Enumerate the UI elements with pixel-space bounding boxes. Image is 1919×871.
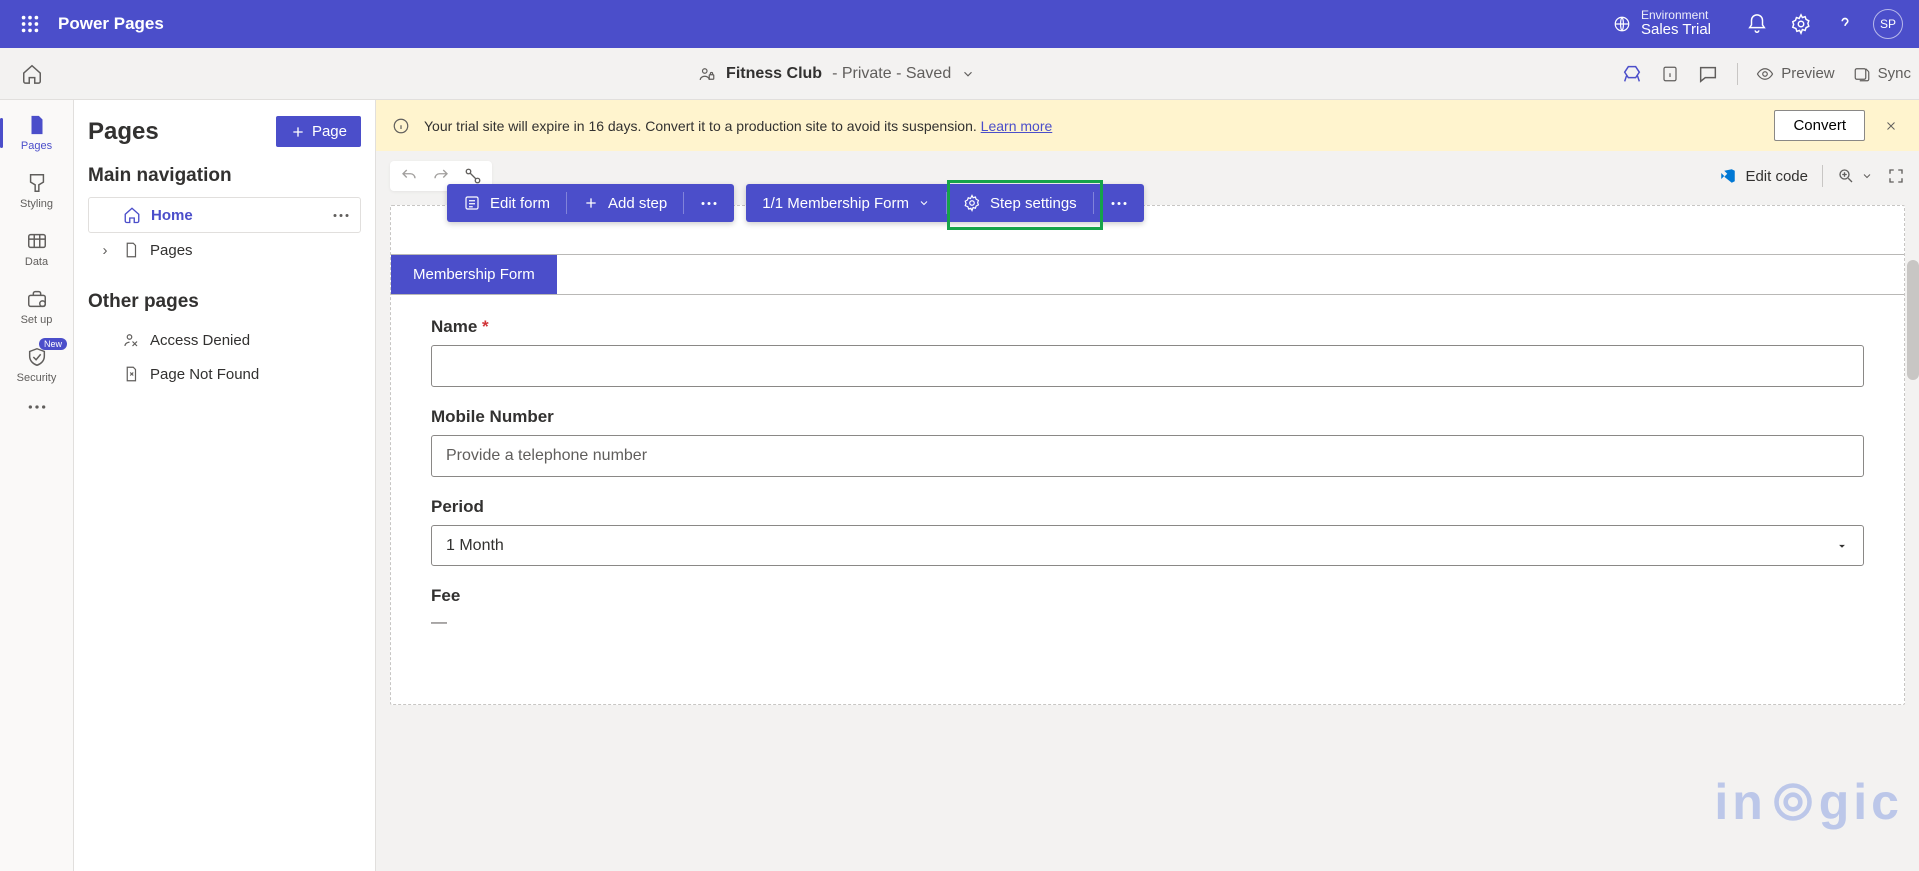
eye-icon bbox=[1756, 65, 1774, 83]
table-icon bbox=[26, 230, 48, 252]
info-icon bbox=[392, 117, 410, 135]
globe-icon bbox=[1613, 15, 1631, 33]
form-tabs: Membership Form bbox=[391, 254, 1904, 295]
new-badge: New bbox=[39, 338, 67, 350]
form-toolbar-left: Edit form Add step bbox=[447, 184, 734, 222]
rail-item-data[interactable]: Data bbox=[0, 220, 73, 278]
gear-icon bbox=[963, 194, 981, 212]
chevron-right-icon: › bbox=[98, 242, 112, 259]
plus-icon bbox=[290, 124, 306, 140]
field-period: Period 1 Month bbox=[431, 497, 1864, 566]
banner-message: Your trial site will expire in 16 days. … bbox=[424, 118, 1760, 134]
undo-icon[interactable] bbox=[400, 167, 418, 185]
fullscreen-icon[interactable] bbox=[1887, 167, 1905, 185]
tree-item-not-found[interactable]: Page Not Found bbox=[88, 357, 361, 391]
rail-item-setup[interactable]: Set up bbox=[0, 278, 73, 336]
brush-icon bbox=[26, 172, 48, 194]
watermark: in gic bbox=[1714, 773, 1903, 831]
zoom-control[interactable] bbox=[1837, 167, 1873, 185]
add-page-button[interactable]: Page bbox=[276, 116, 361, 147]
period-select[interactable]: 1 Month bbox=[431, 525, 1864, 566]
add-step-button[interactable]: Add step bbox=[567, 185, 683, 222]
tree-item-pages[interactable]: › Pages bbox=[88, 233, 361, 267]
top-bar: Power Pages Environment Sales Trial SP bbox=[0, 0, 1919, 48]
main-nav-heading: Main navigation bbox=[88, 165, 361, 187]
site-status: - Private - Saved bbox=[832, 65, 951, 83]
step-toolbar-more-icon[interactable] bbox=[1094, 191, 1144, 216]
redo-icon[interactable] bbox=[432, 167, 450, 185]
step-settings-button[interactable]: Step settings bbox=[947, 184, 1093, 222]
app-title: Power Pages bbox=[58, 14, 164, 34]
help-icon[interactable] bbox=[1823, 0, 1867, 48]
chevron-down-icon bbox=[961, 67, 975, 81]
environment-name: Sales Trial bbox=[1641, 22, 1711, 39]
tree-item-access-denied[interactable]: Access Denied bbox=[88, 323, 361, 357]
tree-item-home[interactable]: Home bbox=[88, 197, 361, 233]
home-button[interactable] bbox=[12, 54, 52, 94]
notifications-icon[interactable] bbox=[1735, 0, 1779, 48]
field-name: Name * bbox=[431, 317, 1864, 387]
mobile-input[interactable] bbox=[431, 435, 1864, 477]
chevron-down-icon bbox=[1861, 170, 1873, 182]
tab-membership-form[interactable]: Membership Form bbox=[391, 255, 557, 294]
close-banner-icon[interactable] bbox=[1879, 120, 1903, 132]
info-panel-icon[interactable] bbox=[1661, 65, 1679, 83]
environment-picker[interactable]: Environment Sales Trial bbox=[1613, 9, 1711, 39]
page-missing-icon bbox=[122, 365, 140, 383]
vscode-icon bbox=[1719, 167, 1737, 185]
settings-gear-icon[interactable] bbox=[1779, 0, 1823, 48]
comments-icon[interactable] bbox=[1697, 63, 1719, 85]
other-pages-heading: Other pages bbox=[88, 291, 361, 313]
convert-button[interactable]: Convert bbox=[1774, 110, 1865, 141]
site-title[interactable]: Fitness Club - Private - Saved bbox=[52, 65, 1621, 83]
edit-code-button[interactable]: Edit code bbox=[1719, 167, 1808, 185]
rail-item-styling[interactable]: Styling bbox=[0, 162, 73, 220]
person-denied-icon bbox=[122, 331, 140, 349]
step-picker[interactable]: 1/1 Membership Form bbox=[746, 185, 946, 222]
form-toolbar-more-icon[interactable] bbox=[684, 191, 734, 216]
rail-item-security[interactable]: New Security bbox=[0, 336, 73, 394]
form-toolbar-right: 1/1 Membership Form Step settings bbox=[746, 184, 1143, 222]
edit-form-button[interactable]: Edit form bbox=[447, 184, 566, 222]
flow-icon[interactable] bbox=[464, 167, 482, 185]
pages-panel: Pages Page Main navigation Home › Pages … bbox=[74, 100, 376, 871]
home-icon bbox=[123, 206, 141, 224]
more-icon bbox=[27, 404, 47, 410]
page-icon bbox=[26, 114, 48, 136]
plus-icon bbox=[583, 195, 599, 211]
form-icon bbox=[463, 194, 481, 212]
rail-item-more[interactable] bbox=[0, 394, 73, 420]
fee-value: — bbox=[431, 614, 1864, 632]
mobile-label: Mobile Number bbox=[431, 407, 1864, 427]
field-mobile: Mobile Number bbox=[431, 407, 1864, 477]
name-input[interactable] bbox=[431, 345, 1864, 387]
period-label: Period bbox=[431, 497, 1864, 517]
field-fee: Fee — bbox=[431, 586, 1864, 632]
people-lock-icon bbox=[698, 65, 716, 83]
name-label: Name * bbox=[431, 317, 1864, 337]
learn-more-link[interactable]: Learn more bbox=[981, 118, 1053, 134]
fee-label: Fee bbox=[431, 586, 1864, 606]
rail-item-pages[interactable]: Pages bbox=[0, 104, 73, 162]
chevron-down-icon bbox=[918, 197, 930, 209]
copilot-icon[interactable] bbox=[1621, 63, 1643, 85]
panel-title: Pages bbox=[88, 118, 159, 146]
page-preview: Edit form Add step 1/1 Membership Form bbox=[390, 205, 1905, 705]
sync-button[interactable]: Sync bbox=[1853, 65, 1911, 83]
tree-item-menu-icon[interactable] bbox=[332, 213, 350, 218]
command-bar: Fitness Club - Private - Saved Preview S… bbox=[0, 48, 1919, 100]
zoom-icon bbox=[1837, 167, 1855, 185]
page-icon bbox=[122, 241, 140, 259]
user-avatar[interactable]: SP bbox=[1873, 9, 1903, 39]
design-canvas: Your trial site will expire in 16 days. … bbox=[376, 100, 1919, 871]
sync-icon bbox=[1853, 65, 1871, 83]
scrollbar[interactable] bbox=[1907, 260, 1919, 380]
site-name: Fitness Club bbox=[726, 65, 822, 83]
left-rail: Pages Styling Data Set up New Security bbox=[0, 100, 74, 871]
preview-button[interactable]: Preview bbox=[1756, 65, 1834, 83]
trial-banner: Your trial site will expire in 16 days. … bbox=[376, 100, 1919, 151]
environment-label: Environment bbox=[1641, 9, 1711, 22]
toolbox-icon bbox=[26, 288, 48, 310]
app-launcher-icon[interactable] bbox=[10, 13, 50, 35]
